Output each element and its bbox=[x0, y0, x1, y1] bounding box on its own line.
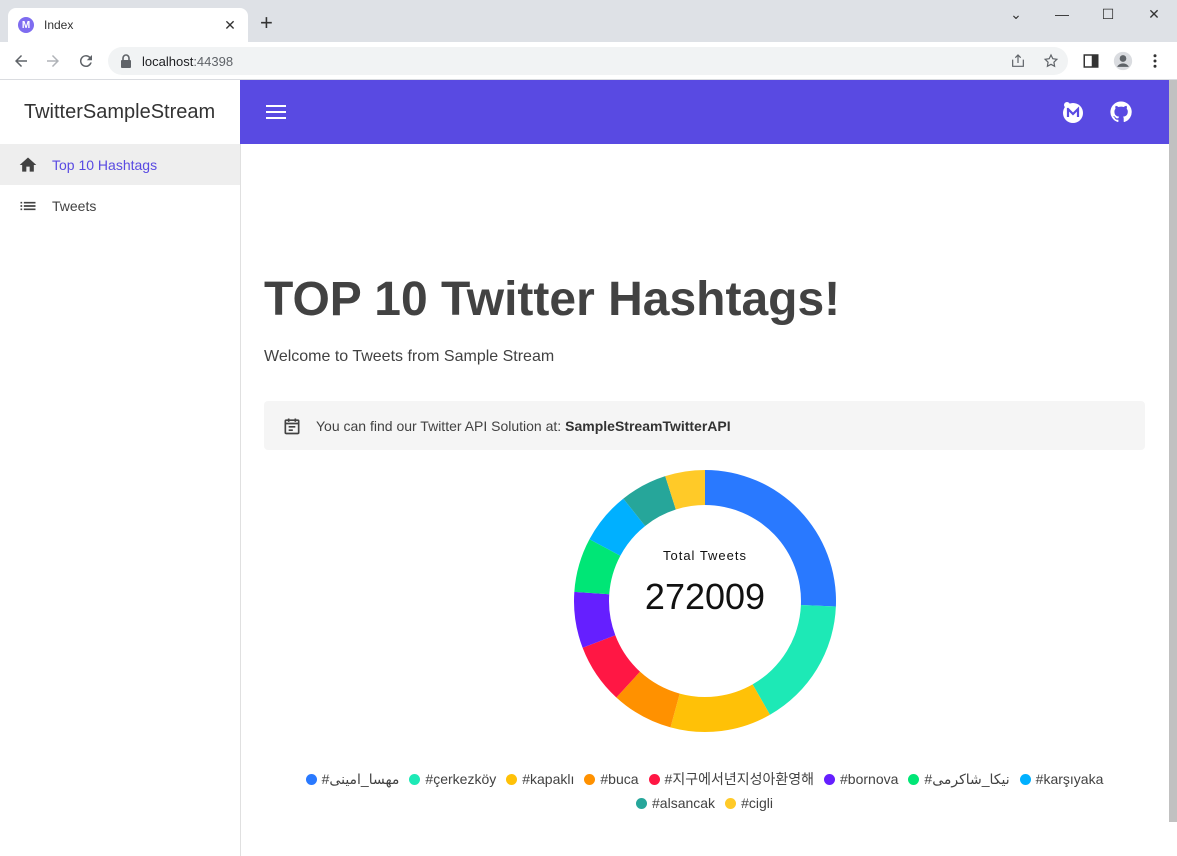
donut-total: 272009 bbox=[644, 576, 766, 617]
brand-title: TwitterSampleStream bbox=[24, 100, 216, 123]
legend-label: #bornova bbox=[840, 771, 899, 787]
alert-text: You can find our Twitter API Solution at… bbox=[316, 417, 562, 434]
reload-button[interactable] bbox=[75, 50, 97, 72]
arrow-left-icon bbox=[15, 55, 27, 67]
browser-menu-icon[interactable] bbox=[1146, 52, 1164, 70]
legend-label: #karşıyaka bbox=[1035, 771, 1104, 787]
legend-item[interactable]: #çerkezköy bbox=[409, 770, 496, 788]
browser-tab[interactable]: M Index ✕ bbox=[8, 8, 248, 42]
legend-item[interactable]: #alsancak bbox=[636, 794, 715, 812]
page-subtitle: Welcome to Tweets from Sample Stream bbox=[264, 348, 555, 365]
legend-dot-icon bbox=[725, 797, 737, 809]
tab-search-icon[interactable]: ⌄ bbox=[1006, 6, 1026, 23]
sidebar-item-label: Tweets bbox=[52, 197, 97, 214]
legend-item[interactable]: #مهسا_امینی bbox=[305, 770, 400, 788]
hamburger-menu-icon[interactable] bbox=[266, 104, 286, 120]
sidebar-item-label: Top 10 Hashtags bbox=[52, 156, 158, 173]
address-bar[interactable]: localhost:44398 bbox=[108, 47, 1068, 75]
url-text: localhost:44398 bbox=[142, 53, 234, 69]
forward-button[interactable] bbox=[42, 50, 64, 72]
back-button[interactable] bbox=[10, 50, 32, 72]
profile-avatar-icon[interactable] bbox=[1113, 51, 1133, 71]
browser-tab-strip: M Index ✕ + ⌄ — ☐ ✕ bbox=[0, 0, 1177, 42]
close-window-button[interactable]: ✕ bbox=[1144, 6, 1164, 23]
donut-caption: Total Tweets bbox=[662, 548, 748, 563]
page-title: TOP 10 Twitter Hashtags! bbox=[264, 273, 841, 326]
legend-dot-icon bbox=[908, 773, 920, 785]
sidebar-item-top-10-hashtags[interactable]: Top 10 Hashtags bbox=[0, 144, 240, 185]
github-icon[interactable] bbox=[1109, 100, 1133, 124]
tab-title: Index bbox=[44, 18, 74, 32]
sidebar-item-tweets[interactable]: Tweets bbox=[0, 185, 240, 226]
hashtag-donut-chart: Total Tweets 272009 bbox=[568, 464, 842, 738]
legend-dot-icon bbox=[409, 773, 421, 785]
mudblazor-icon[interactable] bbox=[1061, 100, 1085, 124]
maximize-button[interactable]: ☐ bbox=[1098, 6, 1118, 23]
side-panel-icon[interactable] bbox=[1082, 52, 1100, 70]
legend-dot-icon bbox=[636, 797, 648, 809]
bookmark-star-icon[interactable] bbox=[1043, 53, 1059, 69]
new-tab-button[interactable]: + bbox=[260, 12, 273, 34]
legend-label: #cigli bbox=[741, 795, 773, 811]
lock-icon bbox=[121, 54, 131, 68]
legend-label: #مهسا_امینی bbox=[321, 770, 400, 787]
legend-label: #نیکا_شاکرمی bbox=[924, 770, 1010, 787]
info-alert: You can find our Twitter API Solution at… bbox=[264, 401, 1145, 450]
legend-label: #alsancak bbox=[652, 795, 716, 811]
tab-close-icon[interactable]: ✕ bbox=[222, 17, 238, 34]
legend-item[interactable]: #buca bbox=[584, 770, 639, 788]
legend-item[interactable]: #지구에서년지성아환영해 bbox=[648, 770, 815, 788]
list-icon bbox=[18, 196, 38, 216]
browser-toolbar: localhost:44398 bbox=[0, 42, 1177, 80]
arrow-right-icon bbox=[47, 55, 59, 67]
event-note-icon bbox=[284, 418, 300, 434]
app-bar bbox=[240, 80, 1169, 144]
donut-slice[interactable] bbox=[752, 605, 836, 715]
donut-slice[interactable] bbox=[670, 684, 770, 732]
page-scrollbar[interactable] bbox=[1169, 80, 1177, 822]
home-icon bbox=[18, 155, 38, 175]
legend-label: #buca bbox=[600, 771, 639, 787]
legend-label: #지구에서년지성아환영해 bbox=[664, 771, 815, 787]
legend-item[interactable]: #kapaklı bbox=[506, 770, 574, 788]
legend-dot-icon bbox=[305, 773, 317, 785]
legend-item[interactable]: #karşıyaka bbox=[1019, 770, 1104, 788]
share-icon[interactable] bbox=[1010, 53, 1026, 69]
reload-icon bbox=[79, 55, 92, 68]
legend-item[interactable]: #cigli bbox=[725, 794, 773, 812]
legend-dot-icon bbox=[824, 773, 836, 785]
legend-item[interactable]: #نیکا_شاکرمی bbox=[908, 770, 1010, 788]
legend-dot-icon bbox=[1019, 773, 1031, 785]
legend-dot-icon bbox=[648, 773, 660, 785]
minimize-button[interactable]: — bbox=[1052, 6, 1072, 22]
legend-label: #kapaklı bbox=[522, 771, 575, 787]
legend-label: #çerkezköy bbox=[425, 771, 497, 787]
legend-dot-icon bbox=[506, 773, 518, 785]
tab-favicon-icon: M bbox=[18, 17, 34, 33]
legend-item[interactable]: #bornova bbox=[824, 770, 898, 788]
alert-link: SampleStreamTwitterAPI bbox=[565, 417, 731, 434]
legend-dot-icon bbox=[584, 773, 596, 785]
chart-legend: #مهسا_امینی #çerkezköy #kapaklı #buca #지구에서년… bbox=[264, 770, 1145, 812]
sidebar: TwitterSampleStream Top 10 Hashtags Twee… bbox=[0, 80, 241, 856]
